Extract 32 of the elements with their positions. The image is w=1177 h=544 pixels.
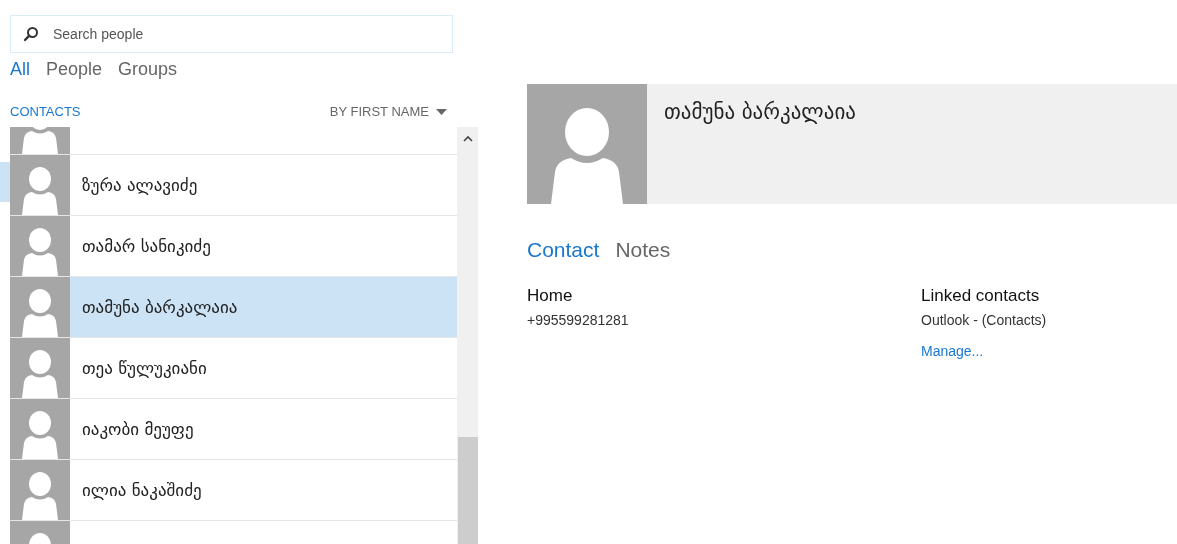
- contact-row[interactable]: თამუნა ბარკალაია: [10, 277, 457, 338]
- avatar-icon: [527, 84, 647, 204]
- avatar-icon: [10, 338, 70, 398]
- section-label: CONTACTS: [10, 104, 81, 119]
- caret-icon: [436, 108, 447, 115]
- filter-tab[interactable]: All: [10, 59, 30, 80]
- field-label: Home: [527, 286, 573, 306]
- scrollbar-thumb[interactable]: [458, 437, 478, 544]
- manage-link[interactable]: Manage...: [921, 343, 984, 359]
- selection-marker: [0, 162, 10, 202]
- field-label: Linked contacts: [921, 286, 1040, 306]
- filter-tab[interactable]: People: [46, 59, 103, 80]
- contact-title: თამუნა ბარკალაია: [664, 100, 856, 124]
- detail-tab[interactable]: Contact: [527, 238, 600, 262]
- phone-number: +995599281281: [527, 312, 629, 328]
- scroll-up-icon[interactable]: [462, 135, 473, 142]
- contact-name: იაკობი მეუფე: [82, 419, 194, 439]
- contact-name: თამუნა ბარკალაია: [82, 297, 238, 317]
- contact-name: ზურა ალავიძე: [82, 175, 198, 195]
- avatar-icon: [10, 216, 70, 276]
- search-field[interactable]: Search people: [10, 15, 453, 53]
- sort-dropdown[interactable]: BY FIRST NAME: [329, 104, 447, 119]
- contact-name: ილია ნაკაშიძე: [82, 480, 202, 500]
- linked-source: Outlook - (Contacts): [921, 312, 1047, 328]
- contact-name: თამარ სანიკიძე: [82, 236, 211, 256]
- avatar-icon: [10, 277, 70, 337]
- scrollbar[interactable]: [457, 127, 478, 544]
- detail-tab[interactable]: Notes: [615, 238, 671, 262]
- avatar-icon: [10, 399, 70, 459]
- filter-tab[interactable]: Groups: [118, 59, 178, 80]
- contact-name: თეა წულუკიანი: [82, 358, 207, 378]
- search-icon: [23, 26, 39, 42]
